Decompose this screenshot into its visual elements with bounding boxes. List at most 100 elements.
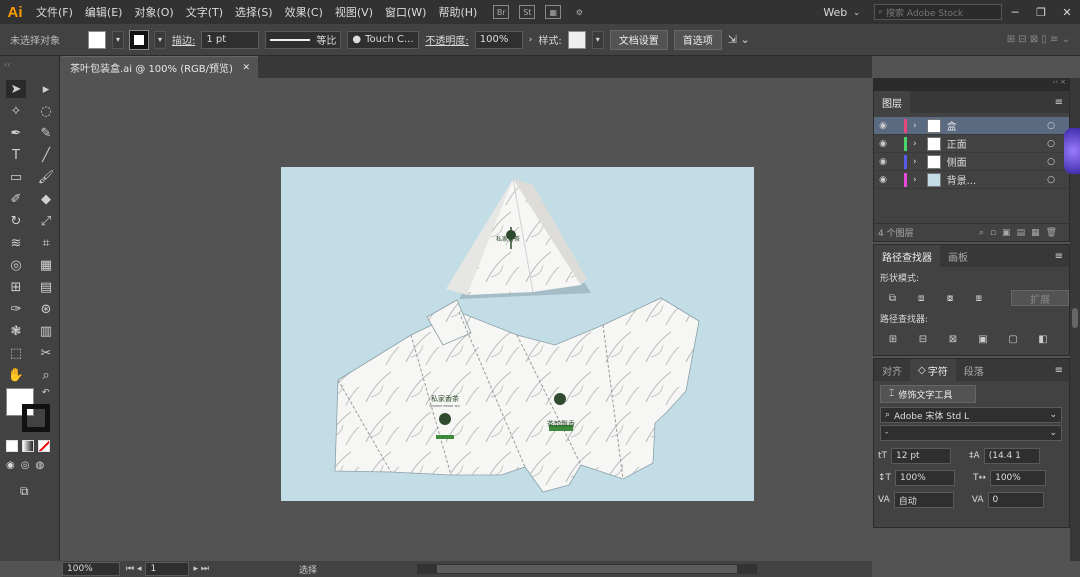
pathfinder-menu-icon[interactable]: ≡ <box>1055 251 1063 262</box>
menu-effect[interactable]: 效果(C) <box>279 4 329 20</box>
tab-artboards[interactable]: 画板 <box>940 245 976 267</box>
target-circle-icon[interactable]: ○ <box>1047 175 1055 185</box>
gradient-tool-icon[interactable]: ▤ <box>36 278 56 296</box>
zoom-tool-icon[interactable]: ⌕ <box>36 366 56 384</box>
crop-icon[interactable]: ▣ <box>972 329 994 349</box>
lasso-icon[interactable]: ◌ <box>36 102 56 120</box>
layer-row[interactable]: ◉ › 盒 ○ <box>874 117 1069 135</box>
packaging-artwork[interactable] <box>281 167 754 501</box>
draw-inside-icon[interactable]: ◍ <box>35 460 44 471</box>
expand-button[interactable]: 扩展 <box>1011 290 1069 306</box>
direct-selection-tool-icon[interactable]: ▸ <box>36 80 56 98</box>
right-panel-scrollbar[interactable] <box>1064 78 1080 561</box>
vertical-scale-field[interactable]: 100% <box>895 470 956 486</box>
artboard-nav-first-icon[interactable]: ⏮ ◂ <box>126 564 141 574</box>
fill-dropdown[interactable]: ▾ <box>112 30 124 49</box>
exclude-icon[interactable]: ⧆ <box>968 288 989 308</box>
eyedropper-icon[interactable]: ✑ <box>6 300 26 318</box>
shape-builder-icon[interactable]: ◎ <box>6 256 26 274</box>
current-tool-status[interactable]: 选择 <box>299 563 317 576</box>
close-tab-icon[interactable]: ✕ <box>242 63 250 73</box>
hand-tool-icon[interactable]: ✋ <box>6 366 26 384</box>
horizontal-scrollbar[interactable] <box>416 564 757 574</box>
perspective-grid-icon[interactable]: ▦ <box>36 256 56 274</box>
brush-definition[interactable]: ● Touch C... <box>347 30 420 49</box>
character-menu-icon[interactable]: ≡ <box>1055 365 1063 376</box>
trim-icon[interactable]: ⊟ <box>912 329 934 349</box>
tab-character[interactable]: ◇ 字符 <box>910 359 956 381</box>
eraser-icon[interactable]: ◆ <box>36 190 56 208</box>
menu-file[interactable]: 文件(F) <box>30 4 79 20</box>
layers-footer-icons[interactable]: ⌕▫▣▤▦🗑 <box>979 228 1063 238</box>
layer-name[interactable]: 侧面 <box>947 154 967 169</box>
tab-layers[interactable]: 图层 <box>874 91 910 113</box>
horizontal-scroll-thumb[interactable] <box>436 565 737 573</box>
stroke-weight-field[interactable]: 1 pt <box>201 30 260 49</box>
restore-button[interactable]: ❐ <box>1028 6 1054 19</box>
menu-help[interactable]: 帮助(H) <box>432 4 483 20</box>
free-transform-icon[interactable]: ⌗ <box>36 234 56 252</box>
tab-pathfinder[interactable]: 路径查找器 <box>874 245 940 267</box>
zoom-field[interactable]: 100% <box>62 562 120 576</box>
screen-mode-icon[interactable]: ⧉ <box>20 484 29 499</box>
align-icons[interactable]: ⊞ ⊟ ⊠ ▯ ≡ ⌄ <box>1007 34 1070 45</box>
selection-tool-icon[interactable]: ➤ <box>6 80 26 98</box>
minus-back-icon[interactable]: ◧ <box>1032 329 1054 349</box>
app-logo[interactable]: Ai <box>0 0 30 24</box>
artboard-tool-icon[interactable]: ⬚ <box>6 344 26 362</box>
tab-paragraph[interactable]: 段落 <box>956 359 992 381</box>
visibility-eye-icon[interactable]: ◉ <box>874 139 892 149</box>
font-style-field[interactable]: - ⌄ <box>880 425 1062 441</box>
divide-icon[interactable]: ⊞ <box>882 329 904 349</box>
layer-name[interactable]: 背景... <box>947 172 977 187</box>
bridge-icon[interactable]: Br <box>493 5 510 19</box>
opacity-field[interactable]: 100% <box>474 30 523 49</box>
stroke-dropdown[interactable]: ▾ <box>154 30 166 49</box>
layer-name[interactable]: 盒 <box>947 118 957 133</box>
menu-view[interactable]: 视图(V) <box>329 4 379 20</box>
arrange-icon[interactable]: ⇲ ⌄ <box>728 33 750 46</box>
stock-icon[interactable]: St <box>519 5 536 19</box>
artboard[interactable]: 私家香茶 私家香茶 CHINESE HERBS TEA 茶韵飘香 <box>281 167 754 501</box>
expand-chevron-icon[interactable]: › <box>913 175 917 185</box>
target-circle-icon[interactable]: ○ <box>1047 121 1055 131</box>
target-circle-icon[interactable]: ○ <box>1047 139 1055 149</box>
expand-chevron-icon[interactable]: › <box>913 157 917 167</box>
magic-wand-icon[interactable]: ✧ <box>6 102 26 120</box>
mesh-tool-icon[interactable]: ⊞ <box>6 278 26 296</box>
document-tab[interactable]: 茶叶包装盒.ai @ 100% (RGB/预览) ✕ <box>62 56 258 78</box>
layer-row[interactable]: ◉ › 侧面 ○ <box>874 153 1069 171</box>
color-mode-icon[interactable] <box>6 440 18 452</box>
layer-name[interactable]: 正面 <box>947 136 967 151</box>
document-setup-button[interactable]: 文档设置 <box>609 29 668 50</box>
target-circle-icon[interactable]: ○ <box>1047 157 1055 167</box>
rotate-tool-icon[interactable]: ↻ <box>6 212 26 230</box>
fill-swatch[interactable] <box>88 30 106 49</box>
slice-tool-icon[interactable]: ✂ <box>36 344 56 362</box>
font-size-field[interactable]: 12 pt <box>891 448 952 464</box>
expand-chevron-icon[interactable]: › <box>913 139 917 149</box>
close-button[interactable]: ✕ <box>1054 6 1080 19</box>
right-scroll-thumb[interactable] <box>1072 308 1078 328</box>
pen-tool-icon[interactable]: ✒ <box>6 124 26 142</box>
tab-align[interactable]: 对齐 <box>874 359 910 381</box>
graphic-style-swatch[interactable] <box>567 30 586 49</box>
fill-stroke-widget[interactable]: ↶ <box>6 388 54 434</box>
stock-search[interactable]: ⌕ 搜索 Adobe Stock <box>874 4 1002 20</box>
menu-type[interactable]: 文字(T) <box>180 4 229 20</box>
opacity-label[interactable]: 不透明度: <box>425 32 468 47</box>
font-family-field[interactable]: ⌕ Adobe 宋体 Std L ⌄ <box>880 407 1062 423</box>
rectangle-tool-icon[interactable]: ▭ <box>6 168 26 186</box>
outline-icon[interactable]: ▢ <box>1002 329 1024 349</box>
draw-normal-icon[interactable]: ◉ <box>6 460 15 471</box>
column-graph-icon[interactable]: ▥ <box>36 322 56 340</box>
menu-select[interactable]: 选择(S) <box>229 4 279 20</box>
unite-icon[interactable]: ⧉ <box>882 288 903 308</box>
type-tool-icon[interactable]: T <box>6 146 26 164</box>
symbol-sprayer-icon[interactable]: ❃ <box>6 322 26 340</box>
stroke-label[interactable]: 描边: <box>172 32 195 47</box>
minus-front-icon[interactable]: ⧈ <box>911 288 932 308</box>
gradient-mode-icon[interactable] <box>22 440 34 452</box>
artboard-nav-next-icon[interactable]: ▸ ⏭ <box>193 564 208 574</box>
layer-row[interactable]: ◉ › 正面 ○ <box>874 135 1069 153</box>
